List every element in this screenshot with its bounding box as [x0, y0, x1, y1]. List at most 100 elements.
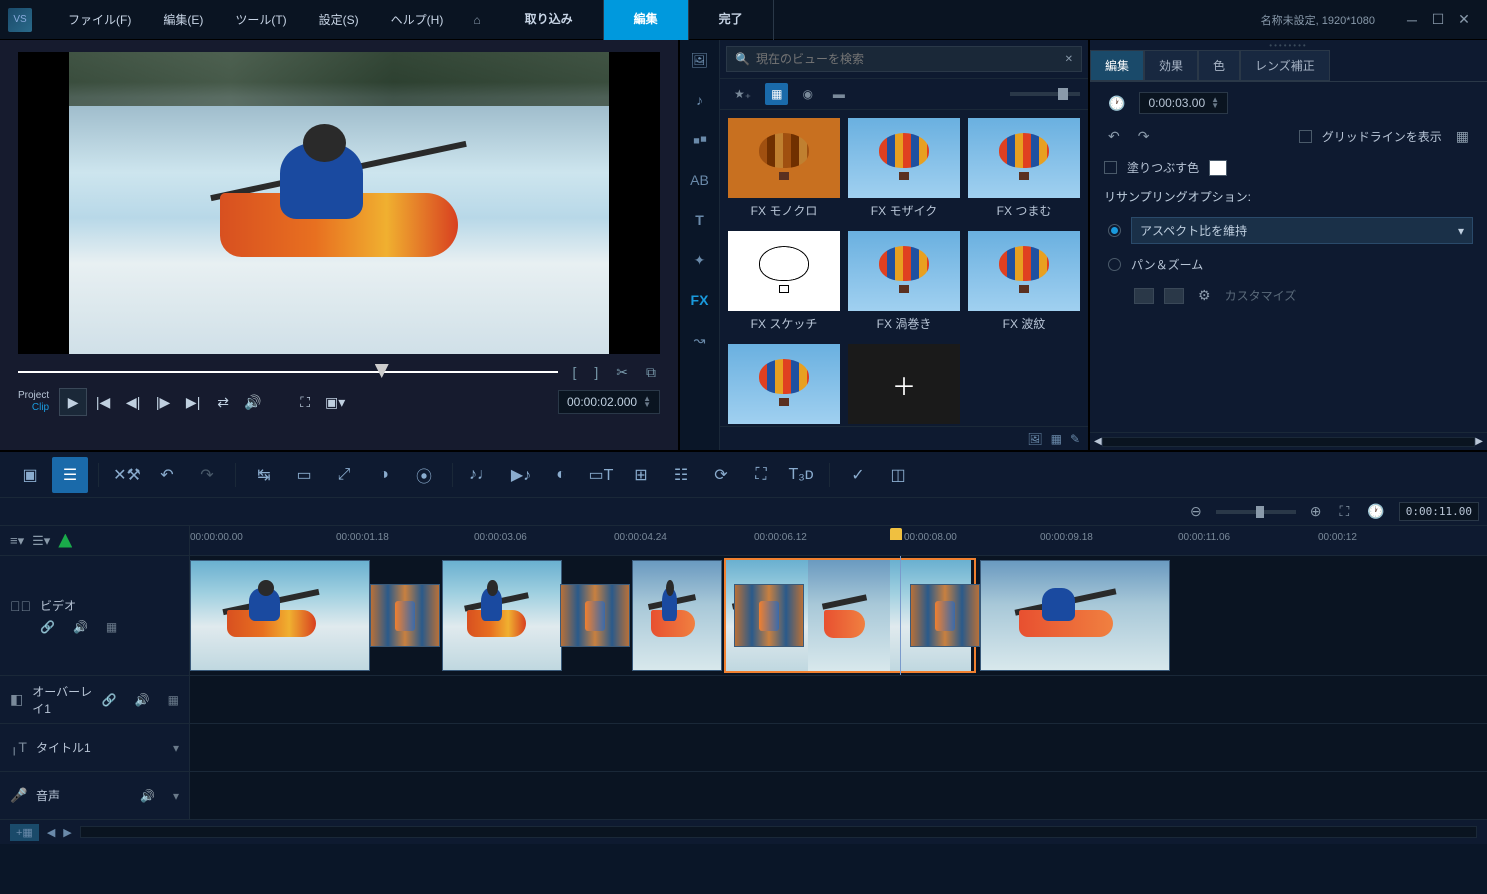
timeline-transition[interactable]: [734, 584, 804, 647]
panel-resize-grip[interactable]: ••••••••: [1090, 40, 1487, 50]
maximize-button[interactable]: ☐: [1431, 13, 1445, 27]
preview-timecode[interactable]: 00:00:02.000 ▲▼: [558, 390, 660, 414]
grid-settings-button[interactable]: ▦: [1452, 126, 1473, 147]
track-lock-button[interactable]: ▦: [168, 693, 179, 707]
minimize-button[interactable]: ─: [1405, 13, 1419, 27]
lib-thumb-size-slider[interactable]: [859, 92, 1080, 96]
timeline-scrollbar[interactable]: [80, 826, 1477, 838]
redo-button[interactable]: ↷: [189, 457, 225, 493]
menu-settings[interactable]: 設定(S): [303, 3, 375, 36]
track-link-button[interactable]: 🔗: [40, 620, 55, 634]
menu-file[interactable]: ファイル(F): [52, 3, 147, 36]
opt-tab-effect[interactable]: 効果: [1144, 50, 1198, 81]
timeline-clip[interactable]: [442, 560, 562, 671]
timeline-clip[interactable]: [190, 560, 370, 671]
pan-zoom-button[interactable]: ⤢: [326, 457, 362, 493]
lib-cat-sound[interactable]: ♪: [680, 80, 719, 120]
home-button[interactable]: ⌂: [459, 5, 494, 35]
rotate-left-button[interactable]: ↶: [1104, 126, 1124, 147]
lib-footer-grid-button[interactable]: ▦: [1051, 432, 1062, 446]
timeline-clip[interactable]: [980, 560, 1170, 671]
track-mute-button[interactable]: 🔊: [135, 693, 150, 707]
pan-zoom-radio[interactable]: [1108, 258, 1121, 271]
zoom-out-button[interactable]: ⊖: [1186, 501, 1206, 522]
preview-scrubber[interactable]: [18, 362, 558, 382]
split-screen-button[interactable]: ◫: [880, 457, 916, 493]
zoom-in-button[interactable]: ⊕: [1306, 501, 1326, 522]
snapshot-button[interactable]: ⧉: [642, 364, 660, 381]
fx-item-sketch[interactable]: FX スケッチ: [728, 231, 840, 336]
timeline-footer-tool[interactable]: +▦: [10, 824, 39, 841]
opt-tab-edit[interactable]: 編集: [1090, 50, 1144, 81]
menu-tools[interactable]: ツール(T): [219, 3, 302, 36]
time-remap-button[interactable]: ⟳: [703, 457, 739, 493]
fx-item-swirl[interactable]: FX 渦巻き: [848, 231, 960, 336]
timeline-transition[interactable]: [370, 584, 440, 647]
fx-item-pinch[interactable]: FX つまむ: [968, 118, 1080, 223]
storyboard-view-button[interactable]: ▣: [12, 457, 48, 493]
timeline-clip[interactable]: [632, 560, 722, 671]
track-body-voice[interactable]: [190, 772, 1487, 819]
track-height-button[interactable]: ☰▾: [32, 533, 50, 549]
lib-cat-overlay[interactable]: ✦: [680, 240, 719, 280]
stabilize-button[interactable]: ⛶: [743, 457, 779, 493]
crop-button[interactable]: ▭: [286, 457, 322, 493]
audio-mixer-button[interactable]: ♪♩: [463, 457, 499, 493]
track-list-menu-button[interactable]: ≡▾: [10, 533, 24, 549]
playhead[interactable]: [900, 556, 901, 675]
show-grid-checkbox[interactable]: [1299, 130, 1312, 143]
track-link-button[interactable]: 🔗: [102, 693, 117, 707]
lib-view-gallery[interactable]: ▦: [765, 83, 788, 105]
motion-track-button[interactable]: ☷: [663, 457, 699, 493]
fill-color-checkbox[interactable]: [1104, 161, 1117, 174]
lib-view-target[interactable]: ◉: [796, 83, 818, 105]
clear-search-button[interactable]: ✕: [1065, 54, 1073, 65]
track-mute-button[interactable]: 🔊: [140, 789, 155, 803]
3d-title-button[interactable]: T₃ᴅ: [783, 457, 819, 493]
undo-button[interactable]: ↶: [149, 457, 185, 493]
add-track-button[interactable]: [58, 534, 72, 548]
fit-clip-button[interactable]: ↹: [246, 457, 282, 493]
fx-item-monochrome[interactable]: FX モノクロ: [728, 118, 840, 223]
timeline-duration[interactable]: 0:00:11.00: [1399, 502, 1479, 521]
lib-cat-graphic[interactable]: T: [680, 200, 719, 240]
record-button[interactable]: ⦿: [406, 457, 442, 493]
lib-cat-path[interactable]: ↝: [680, 320, 719, 360]
track-body-title1[interactable]: [190, 724, 1487, 771]
timeline-scroll-left[interactable]: ◀: [47, 826, 55, 839]
preview-screen[interactable]: [18, 52, 660, 354]
resampling-select[interactable]: アスペクト比を維持 ▾: [1131, 217, 1473, 244]
volume-button[interactable]: 🔊: [239, 388, 267, 416]
mark-out-button[interactable]: ]: [590, 364, 602, 380]
keep-aspect-radio[interactable]: [1108, 224, 1121, 237]
go-end-button[interactable]: ▶|: [179, 388, 207, 416]
lib-favorite-button[interactable]: ★₊: [728, 83, 757, 105]
timeline-ruler[interactable]: 00:00:00.00 00:00:01.18 00:00:03.06 00:0…: [190, 526, 1487, 555]
opt-tab-lens[interactable]: レンズ補正: [1240, 50, 1330, 81]
auto-music-button[interactable]: ▶♪: [503, 457, 539, 493]
painting-button[interactable]: ✓: [840, 457, 876, 493]
multi-view-button[interactable]: ⊞: [623, 457, 659, 493]
next-frame-button[interactable]: |▶: [149, 388, 177, 416]
track-body-video[interactable]: [190, 556, 1487, 675]
library-search-input[interactable]: [756, 52, 1059, 66]
chroma-button[interactable]: ◐: [543, 457, 579, 493]
rotate-right-button[interactable]: ↷: [1134, 126, 1154, 147]
lib-footer-edit-button[interactable]: ✎: [1070, 432, 1080, 446]
library-search[interactable]: 🔍 ✕: [726, 46, 1082, 72]
timecode-spinner-icon[interactable]: ▲▼: [643, 396, 651, 408]
lib-cat-media[interactable]: 🖼: [680, 40, 719, 80]
track-body-overlay1[interactable]: [190, 676, 1487, 723]
track-lock-button[interactable]: ▦: [106, 620, 117, 634]
transport-mode-labels[interactable]: Project Clip: [18, 390, 57, 414]
chapter-marker[interactable]: [890, 528, 902, 540]
timeline-transition[interactable]: [910, 584, 980, 647]
zoom-slider[interactable]: [1216, 510, 1296, 514]
lib-cat-title[interactable]: AB: [680, 160, 719, 200]
menu-help[interactable]: ヘルプ(H): [375, 3, 460, 36]
options-scrollbar[interactable]: ◀ ▶: [1090, 432, 1487, 450]
lock-aspect-button[interactable]: ▣▾: [321, 388, 349, 416]
close-button[interactable]: ✕: [1457, 13, 1471, 27]
play-button[interactable]: ▶: [59, 388, 87, 416]
tools-button[interactable]: ✕⚒: [109, 457, 145, 493]
